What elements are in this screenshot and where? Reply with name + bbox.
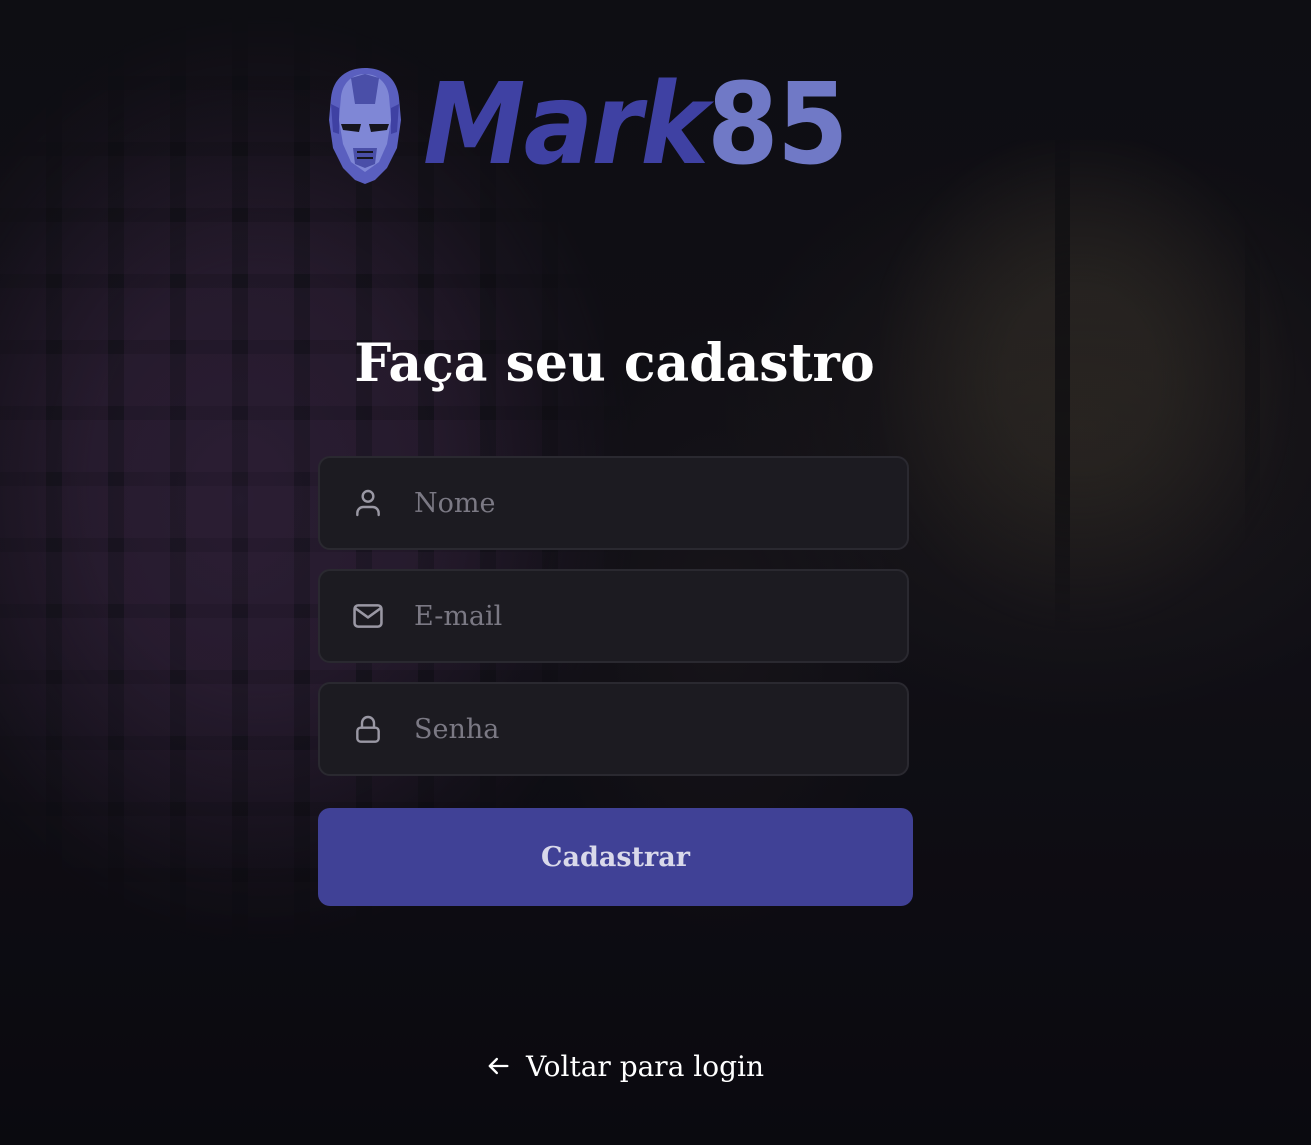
signup-page: Mark85 Faça seu cadastro Nome E-mail Cad…	[0, 0, 1311, 1145]
back-to-login-link[interactable]: Voltar para login	[484, 1044, 764, 1088]
brand-logo: Mark85	[325, 62, 884, 188]
arrow-left-icon	[488, 1057, 509, 1075]
mail-icon	[350, 598, 386, 634]
brand-word: Mark	[423, 60, 709, 190]
password-input[interactable]	[414, 699, 887, 759]
lock-icon	[350, 711, 386, 747]
brand-wordmark: Mark85	[423, 69, 849, 181]
email-input[interactable]	[414, 586, 887, 646]
name-field[interactable]	[318, 456, 909, 550]
name-input[interactable]	[414, 473, 887, 533]
password-field[interactable]	[318, 682, 909, 776]
user-icon	[350, 485, 386, 521]
iron-helmet-icon	[329, 68, 401, 184]
email-field[interactable]	[318, 569, 909, 663]
brand-number: 85	[707, 60, 849, 190]
back-link-label: Voltar para login	[526, 1049, 765, 1083]
page-title: Faça seu cadastro	[354, 333, 875, 394]
signup-button[interactable]: Cadastrar	[318, 808, 913, 906]
